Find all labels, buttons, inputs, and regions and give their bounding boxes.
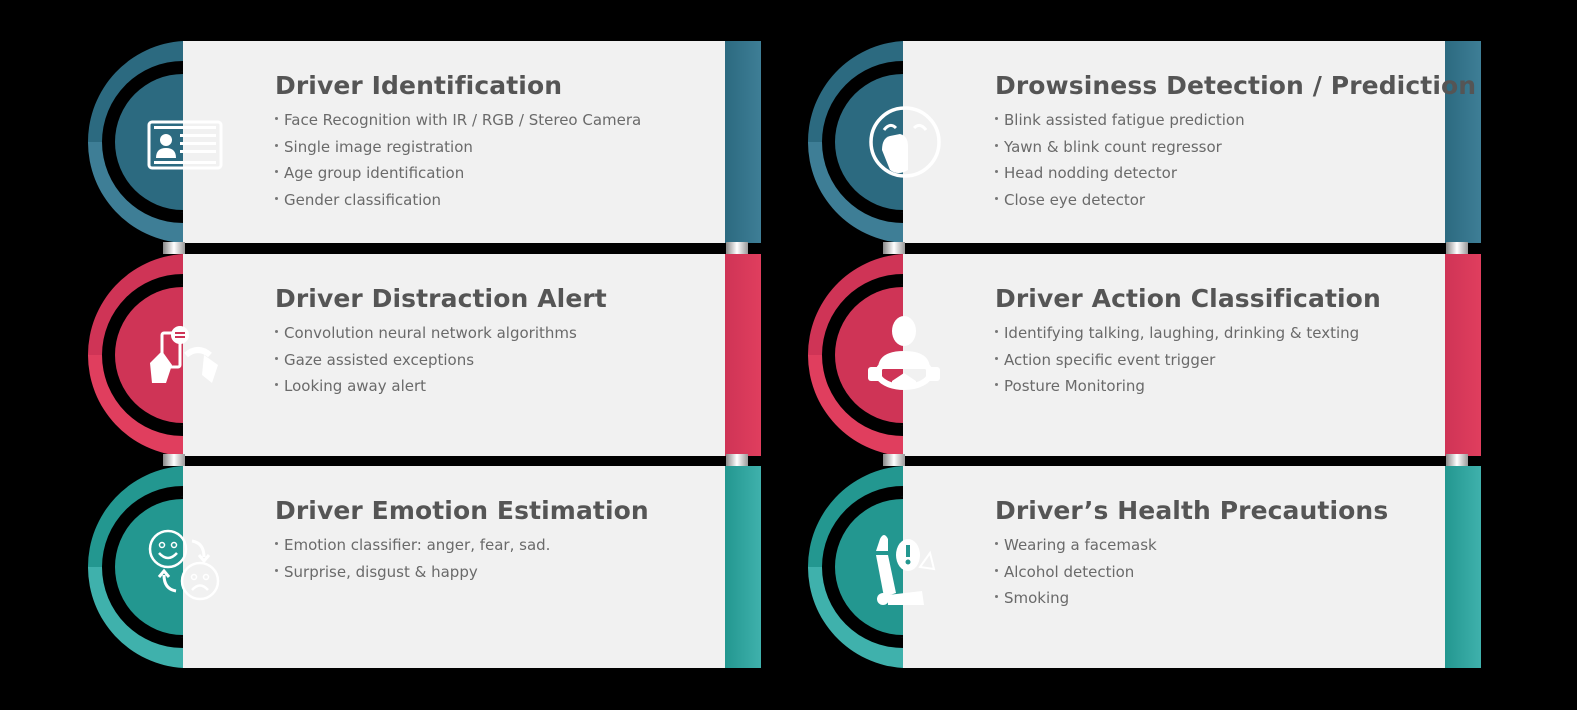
feature-item: Wearing a facemask: [994, 535, 1157, 562]
feature-item: Surprise, disgust & happy: [274, 562, 550, 589]
feature-item: Convolution neural network algorithms: [274, 323, 577, 350]
phone-distraction-icon: [150, 326, 218, 383]
accent-bar: [1445, 466, 1481, 668]
connector: [726, 454, 748, 466]
seat-airbag-icon: [876, 535, 936, 605]
connector: [1446, 242, 1468, 254]
card-title: Driver Identification: [275, 71, 563, 100]
emotion-switch-icon: [148, 529, 220, 601]
feature-item: Alcohol detection: [994, 562, 1157, 589]
feature-item: Gender classification: [274, 190, 641, 217]
feature-item: Identifying talking, laughing, drinking …: [994, 323, 1359, 350]
feature-item: Age group identification: [274, 163, 641, 190]
card-title: Drowsiness Detection / Prediction: [995, 71, 1477, 100]
card-title: Driver Emotion Estimation: [275, 496, 649, 525]
driver-steering-wheel-icon: [868, 316, 940, 390]
card-driver-identification: Driver Identification Face Recognition w…: [88, 41, 766, 243]
feature-item: Looking away alert: [274, 376, 577, 403]
card-drowsiness-detection: Drowsiness Detection / Prediction Blink …: [808, 41, 1486, 243]
connector: [163, 454, 185, 466]
feature-item: Close eye detector: [994, 190, 1245, 217]
feature-item: Emotion classifier: anger, fear, sad.: [274, 535, 550, 562]
feature-list: Wearing a facemask Alcohol detection Smo…: [994, 535, 1157, 615]
feature-list: Identifying talking, laughing, drinking …: [994, 323, 1359, 403]
card-driver-distraction-alert: Driver Distraction Alert Convolution neu…: [88, 254, 766, 456]
feature-item: Yawn & blink count regressor: [994, 137, 1245, 164]
card-title: Driver’s Health Precautions: [995, 496, 1389, 525]
connector: [883, 242, 905, 254]
accent-bar: [725, 466, 761, 668]
accent-bar: [1445, 254, 1481, 456]
connector: [726, 242, 748, 254]
feature-item: Smoking: [994, 588, 1157, 615]
card-drivers-health-precautions: Driver’s Health Precautions Wearing a fa…: [808, 466, 1486, 668]
card-driver-emotion-estimation: Driver Emotion Estimation Emotion classi…: [88, 466, 766, 668]
feature-item: Blink assisted fatigue prediction: [994, 110, 1245, 137]
feature-item: Action specific event trigger: [994, 350, 1359, 377]
accent-bar: [725, 41, 761, 243]
feature-item: Single image registration: [274, 137, 641, 164]
connector: [883, 454, 905, 466]
feature-item: Face Recognition with IR / RGB / Stereo …: [274, 110, 641, 137]
connector: [1446, 454, 1468, 466]
card-driver-action-classification: Driver Action Classification Identifying…: [808, 254, 1486, 456]
feature-list: Emotion classifier: anger, fear, sad. Su…: [274, 535, 550, 588]
card-title: Driver Distraction Alert: [275, 284, 607, 313]
yawning-face-icon: [869, 106, 941, 178]
accent-bar: [725, 254, 761, 456]
feature-list: Convolution neural network algorithms Ga…: [274, 323, 577, 403]
feature-item: Head nodding detector: [994, 163, 1245, 190]
card-title: Driver Action Classification: [995, 284, 1381, 313]
id-card-icon: [147, 120, 223, 170]
connector: [163, 242, 185, 254]
feature-item: Posture Monitoring: [994, 376, 1359, 403]
feature-item: Gaze assisted exceptions: [274, 350, 577, 377]
feature-list: Blink assisted fatigue prediction Yawn &…: [994, 110, 1245, 217]
feature-list: Face Recognition with IR / RGB / Stereo …: [274, 110, 641, 217]
